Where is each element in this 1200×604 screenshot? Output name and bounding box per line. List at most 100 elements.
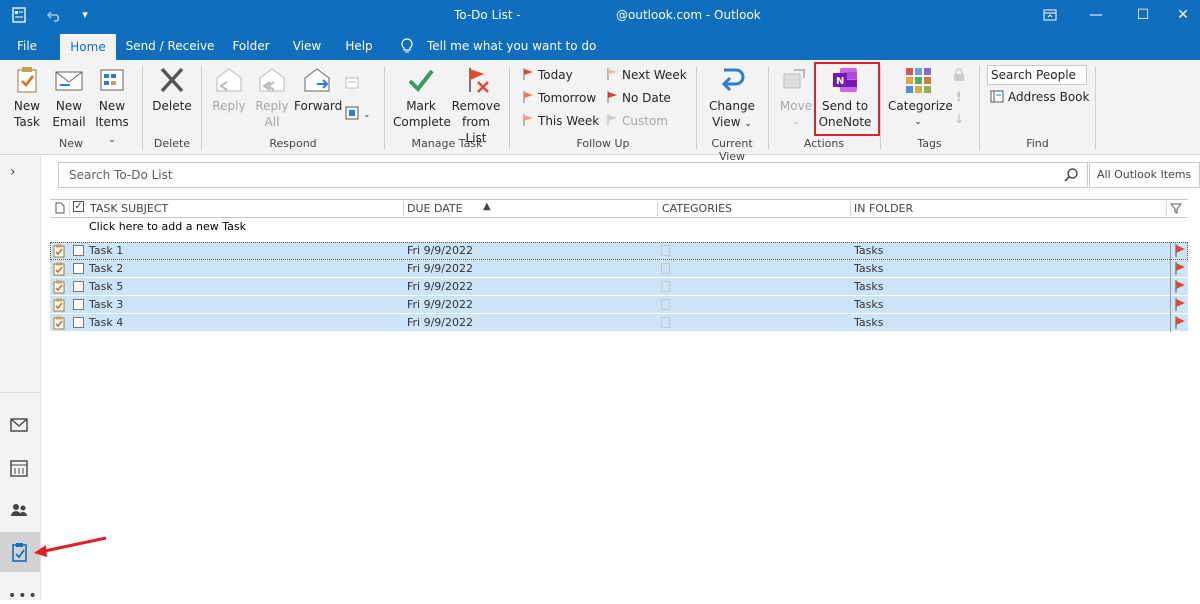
table-row[interactable]: Task 5 Fri 9/9/2022 Tasks bbox=[50, 278, 1188, 296]
forward-button[interactable]: Forward bbox=[294, 64, 342, 114]
flag-icon[interactable] bbox=[1174, 316, 1186, 329]
close-button[interactable]: ✕ bbox=[1160, 0, 1200, 32]
low-importance-icon[interactable]: ↓ bbox=[954, 112, 964, 126]
category-box[interactable] bbox=[661, 245, 670, 256]
calendar-icon[interactable] bbox=[8, 457, 30, 479]
reply-all-button[interactable]: Reply All bbox=[252, 64, 292, 130]
move-button[interactable]: Move ⌄ bbox=[778, 64, 814, 130]
search-box[interactable]: Search To-Do List bbox=[58, 162, 1088, 188]
category-box[interactable] bbox=[661, 299, 670, 310]
more-respond-icon[interactable]: ⌄ bbox=[345, 105, 373, 124]
meeting-reply-icon[interactable] bbox=[345, 76, 361, 93]
task-folder: Tasks bbox=[854, 316, 884, 329]
ribbon-display-options-icon[interactable] bbox=[1027, 0, 1073, 32]
ribbon-tabs: File Home Send / Receive Folder View Hel… bbox=[0, 32, 1200, 62]
column-in-folder[interactable]: IN FOLDER bbox=[854, 202, 913, 215]
complete-column-checkbox[interactable]: ✓ bbox=[73, 201, 84, 212]
chevron-down-icon: ⌄ bbox=[792, 117, 800, 127]
nav-divider bbox=[0, 392, 40, 393]
task-due-date: Fri 9/9/2022 bbox=[407, 298, 474, 311]
change-view-button[interactable]: Change View ⌄ bbox=[708, 64, 756, 132]
column-due-date[interactable]: DUE DATE bbox=[407, 202, 463, 215]
task-subject: Task 5 bbox=[89, 280, 124, 293]
high-importance-icon[interactable]: ! bbox=[956, 90, 961, 104]
tell-me-search[interactable]: Tell me what you want to do bbox=[427, 32, 596, 60]
flag-icon[interactable] bbox=[1174, 298, 1186, 311]
search-scope-dropdown[interactable]: All Outlook Items bbox=[1089, 162, 1200, 188]
change-view-icon bbox=[721, 68, 745, 92]
forward-icon bbox=[304, 68, 330, 92]
task-subject: Task 1 bbox=[89, 244, 124, 257]
table-row[interactable]: Task 1 Fri 9/9/2022 Tasks bbox=[50, 242, 1188, 260]
column-categories[interactable]: CATEGORIES bbox=[662, 202, 732, 215]
new-items-button[interactable]: New Items ⌄ bbox=[90, 64, 134, 148]
tab-home[interactable]: Home bbox=[60, 34, 116, 62]
annotation-arrow bbox=[34, 536, 107, 557]
delete-button[interactable]: Delete bbox=[150, 64, 194, 114]
new-task-button[interactable]: New Task bbox=[8, 64, 46, 130]
complete-checkbox[interactable] bbox=[73, 317, 84, 328]
table-row[interactable]: Task 3 Fri 9/9/2022 Tasks bbox=[50, 296, 1188, 314]
remove-from-list-button[interactable]: Remove from List bbox=[451, 64, 501, 146]
minimize-button[interactable]: — bbox=[1073, 0, 1119, 32]
address-book-button[interactable]: Address Book bbox=[990, 88, 1089, 106]
tab-view[interactable]: View bbox=[286, 32, 328, 60]
item-type-icon[interactable] bbox=[55, 202, 65, 214]
follow-up-tomorrow[interactable]: Tomorrow bbox=[522, 89, 596, 107]
follow-up-today[interactable]: Today bbox=[522, 66, 573, 84]
add-new-task-row[interactable]: Click here to add a new Task bbox=[89, 220, 246, 233]
search-input[interactable]: Search To-Do List bbox=[69, 168, 173, 182]
flag-status-filter-icon[interactable] bbox=[1170, 203, 1182, 214]
complete-checkbox[interactable] bbox=[73, 281, 84, 292]
follow-up-next-week[interactable]: Next Week bbox=[606, 66, 687, 84]
search-icon[interactable] bbox=[1063, 167, 1079, 183]
task-folder: Tasks bbox=[854, 298, 884, 311]
task-icon bbox=[53, 280, 65, 294]
category-box[interactable] bbox=[661, 317, 670, 328]
categorize-button[interactable]: Categorize ⌄ bbox=[888, 64, 953, 130]
expand-folder-pane-icon[interactable]: › bbox=[10, 164, 16, 180]
people-icon[interactable] bbox=[8, 499, 30, 521]
follow-up-no-date[interactable]: No Date bbox=[606, 89, 671, 107]
undo-icon[interactable] bbox=[46, 6, 64, 24]
private-lock-icon[interactable] bbox=[953, 68, 965, 85]
complete-checkbox[interactable] bbox=[73, 263, 84, 274]
search-people-input[interactable]: Search People bbox=[987, 65, 1087, 85]
group-label-current-view: Current View bbox=[711, 137, 753, 163]
flag-icon[interactable] bbox=[1174, 280, 1186, 293]
ribbon: New Task New Email New Items ⌄ New Delet… bbox=[0, 60, 1200, 163]
new-email-button[interactable]: New Email bbox=[50, 64, 88, 130]
flag-icon[interactable] bbox=[1174, 244, 1186, 257]
table-row[interactable]: Task 4 Fri 9/9/2022 Tasks bbox=[50, 314, 1188, 332]
task-due-date: Fri 9/9/2022 bbox=[407, 280, 474, 293]
more-apps-icon[interactable]: ••• bbox=[8, 588, 39, 604]
app-menu-icon[interactable] bbox=[10, 6, 28, 24]
delete-icon bbox=[160, 67, 184, 93]
column-task-subject[interactable]: TASK SUBJECT bbox=[90, 202, 168, 215]
flag-icon bbox=[523, 91, 533, 103]
task-folder: Tasks bbox=[854, 262, 884, 275]
follow-up-custom[interactable]: Custom bbox=[606, 112, 668, 130]
tab-folder[interactable]: Folder bbox=[226, 32, 276, 60]
checkmark-icon bbox=[408, 69, 434, 93]
table-header: ✓ TASK SUBJECT DUE DATE ▲ CATEGORIES IN … bbox=[50, 199, 1188, 218]
new-items-icon bbox=[100, 69, 124, 91]
table-row[interactable]: Task 2 Fri 9/9/2022 Tasks bbox=[50, 260, 1188, 278]
complete-checkbox[interactable] bbox=[73, 299, 84, 310]
flag-icon[interactable] bbox=[1174, 262, 1186, 275]
category-box[interactable] bbox=[661, 281, 670, 292]
ribbon-separator bbox=[1095, 66, 1096, 150]
flag-icon bbox=[607, 91, 617, 103]
task-icon bbox=[53, 316, 65, 330]
reply-button[interactable]: Reply bbox=[208, 64, 250, 114]
task-due-date: Fri 9/9/2022 bbox=[407, 316, 474, 329]
mail-icon[interactable] bbox=[8, 414, 30, 436]
mark-complete-button[interactable]: Mark Complete bbox=[393, 64, 451, 130]
tab-help[interactable]: Help bbox=[338, 32, 380, 60]
complete-checkbox[interactable] bbox=[73, 245, 84, 256]
follow-up-this-week[interactable]: This Week bbox=[522, 112, 599, 130]
tab-file[interactable]: File bbox=[6, 32, 48, 60]
quick-access-customize-icon[interactable]: ▾ bbox=[76, 6, 94, 24]
category-box[interactable] bbox=[661, 263, 670, 274]
tab-send-receive[interactable]: Send / Receive bbox=[122, 32, 218, 60]
